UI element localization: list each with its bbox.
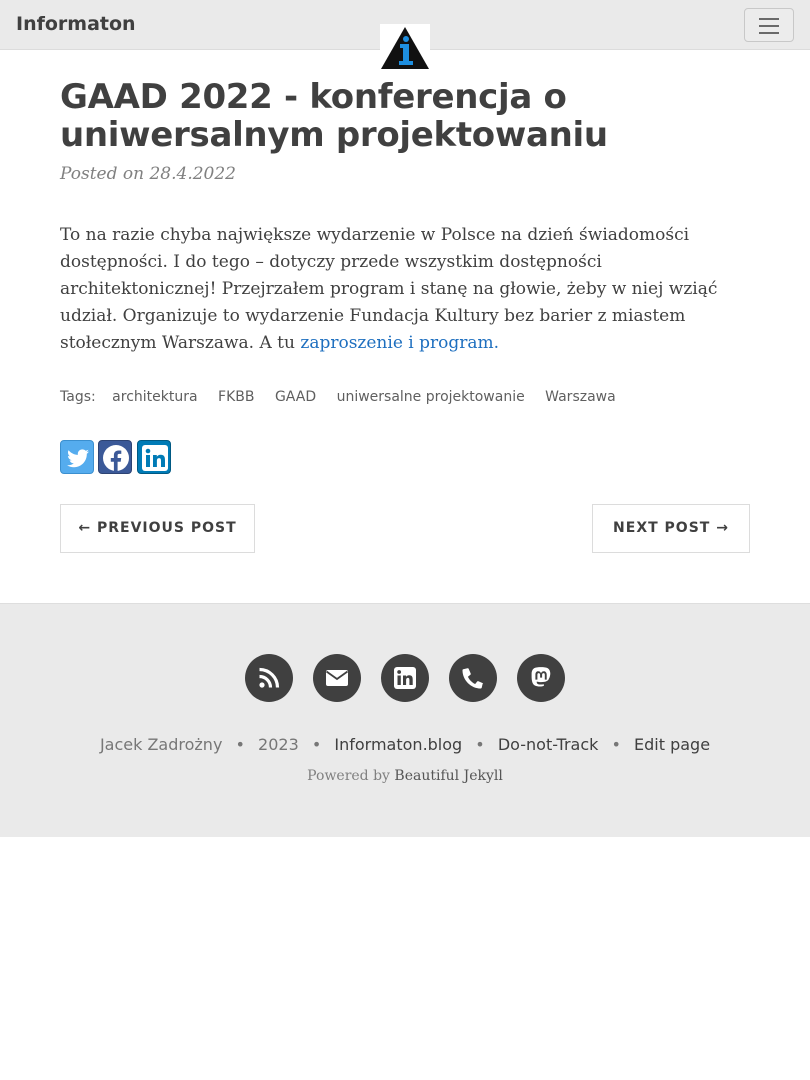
tags-label: Tags:	[60, 389, 96, 405]
powered-by-label: Powered by	[307, 768, 390, 784]
theme-link[interactable]: Beautiful Jekyll	[394, 768, 502, 784]
facebook-share-button[interactable]	[98, 440, 132, 474]
post-title: GAAD 2022 - konferencja o uniwersalnym p…	[60, 77, 608, 155]
site-brand-link[interactable]: Informaton	[16, 13, 136, 35]
menu-toggle-button[interactable]	[744, 8, 794, 42]
tag-link[interactable]: uniwersalne projektowanie	[337, 389, 525, 405]
hamburger-icon-bar	[759, 32, 779, 34]
info-triangle-logo	[381, 27, 429, 69]
rss-icon	[259, 667, 280, 688]
footer-year: 2023	[258, 735, 299, 754]
twitter-icon	[67, 449, 89, 468]
rss-button[interactable]	[245, 654, 293, 702]
site-logo-link[interactable]	[380, 24, 430, 70]
previous-post-button[interactable]: ← PREVIOUS POST	[60, 504, 255, 553]
next-post-button[interactable]: NEXT POST →	[592, 504, 750, 553]
post-body: To na razie chyba największe wydarzenie …	[60, 222, 760, 357]
linkedin-icon	[142, 445, 168, 471]
phone-button[interactable]	[449, 654, 497, 702]
linkedin-button[interactable]	[381, 654, 429, 702]
linkedin-icon	[394, 667, 416, 689]
linkedin-share-button[interactable]	[137, 440, 171, 474]
footer-separator: •	[235, 735, 245, 754]
footer-separator: •	[475, 735, 485, 754]
hamburger-icon	[759, 18, 779, 20]
facebook-icon	[103, 445, 129, 471]
footer-separator: •	[311, 735, 322, 754]
footer-site-link[interactable]: Informaton.blog	[334, 735, 462, 754]
mastodon-icon	[531, 667, 551, 687]
tag-link[interactable]: GAAD	[275, 389, 316, 405]
footer-copyright: Jacek Zadrożny • 2023 • Informaton.blog …	[0, 735, 810, 754]
footer-author: Jacek Zadrożny	[99, 735, 223, 754]
footer-separator: •	[611, 735, 621, 754]
tags-row: Tags: architektura FKBB GAAD uniwersalne…	[60, 389, 616, 405]
phone-icon	[462, 668, 484, 689]
footer-powered-by: Powered by Beautiful Jekyll	[0, 768, 810, 784]
mastodon-button[interactable]	[517, 654, 565, 702]
invitation-link[interactable]: zaproszenie i program.	[300, 333, 499, 353]
tag-link[interactable]: architektura	[112, 389, 197, 405]
footer-dnt-link[interactable]: Do-not-Track	[498, 735, 599, 754]
post-date: Posted on 28.4.2022	[60, 164, 236, 184]
footer: Jacek Zadrożny • 2023 • Informaton.blog …	[0, 603, 810, 837]
tag-link[interactable]: FKBB	[218, 389, 254, 405]
email-button[interactable]	[313, 654, 361, 702]
footer-edit-link[interactable]: Edit page	[634, 735, 710, 754]
post-heading: GAAD 2022 - konferencja o uniwersalnym p…	[60, 78, 760, 184]
tag-link[interactable]: Warszawa	[545, 389, 616, 405]
twitter-share-button[interactable]	[60, 440, 94, 474]
hamburger-icon-bar	[759, 25, 779, 27]
email-icon	[325, 670, 349, 686]
